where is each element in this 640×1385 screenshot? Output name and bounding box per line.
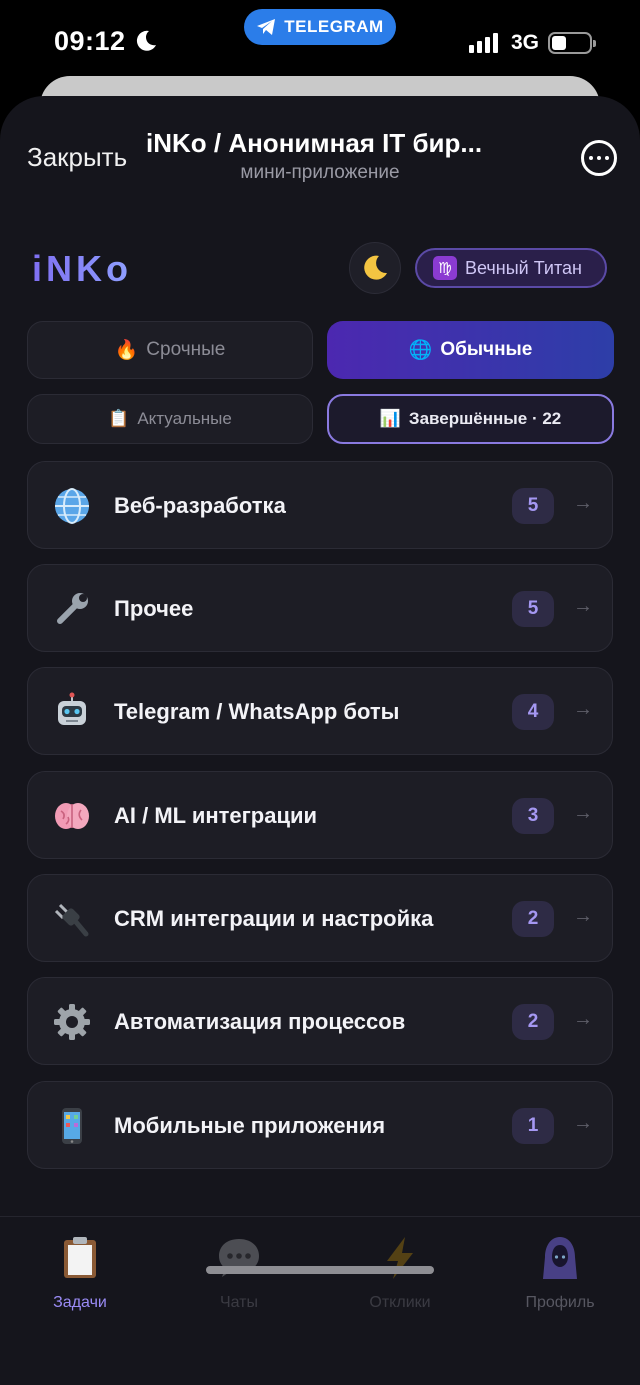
- category-name: Telegram / WhatsApp боты: [114, 699, 400, 724]
- bottom-navigation: Задачи Чаты Отклики Профиль: [0, 1216, 640, 1385]
- category-mobile-apps[interactable]: Мобильные приложения 1 →: [27, 1081, 613, 1169]
- lightning-icon: [387, 1237, 413, 1279]
- arrow-right-icon: →: [573, 698, 593, 720]
- rank-label: Вечный Титан: [465, 257, 582, 278]
- robot-icon: [58, 692, 86, 725]
- tab-label: Актуальные: [137, 409, 232, 428]
- do-not-disturb-moon-icon: [136, 30, 156, 51]
- page-subtitle: мини-приложение: [240, 162, 400, 183]
- category-name: Прочее: [114, 596, 194, 621]
- telegram-pill[interactable]: TELEGRAM: [244, 9, 396, 45]
- tab-label: Срочные: [146, 339, 226, 360]
- tab-urgent[interactable]: 🔥 Срочные: [27, 321, 313, 379]
- tab-label: Обычные: [440, 339, 533, 360]
- arrow-right-icon: →: [573, 595, 593, 617]
- bar-chart-icon: 📊: [379, 409, 401, 428]
- category-count: 1: [512, 1108, 554, 1144]
- nav-label: Чаты: [219, 1294, 259, 1311]
- category-name: Веб-разработка: [114, 493, 286, 518]
- tab-normal[interactable]: 🌐 Обычные: [327, 321, 614, 379]
- category-count: 2: [512, 1004, 554, 1040]
- status-time: 09:12: [54, 26, 126, 56]
- tab-actual[interactable]: 📋 Актуальные: [27, 394, 313, 444]
- virgo-icon: ♍: [433, 256, 457, 280]
- plug-icon: [54, 903, 89, 937]
- category-name: AI / ML интеграции: [114, 803, 318, 828]
- theme-toggle-button[interactable]: [349, 242, 401, 294]
- arrow-right-icon: →: [573, 1008, 593, 1030]
- fire-icon: 🔥: [114, 340, 139, 361]
- arrow-right-icon: →: [573, 905, 593, 927]
- category-automation[interactable]: Автоматизация процессов 2 →: [27, 977, 613, 1065]
- category-crm[interactable]: CRM интеграции и настройка 2 →: [27, 874, 613, 962]
- mini-app-sheet: Закрыть iNKo / Анонимная IT бир... мини-…: [0, 96, 640, 1385]
- category-name: Автоматизация процессов: [114, 1009, 406, 1034]
- rank-badge[interactable]: ♍ Вечный Титан: [415, 248, 607, 288]
- category-name: Мобильные приложения: [114, 1113, 386, 1138]
- tab-completed[interactable]: 📊 Завершённые · 22: [327, 394, 614, 444]
- clipboard-icon: 📋: [108, 409, 130, 428]
- gear-icon: [54, 1004, 90, 1040]
- nav-profile[interactable]: Профиль: [500, 1235, 620, 1312]
- arrow-right-icon: →: [573, 1112, 593, 1134]
- category-web-development[interactable]: Веб-разработка 5 →: [27, 461, 613, 549]
- app-logo: iNKo: [32, 248, 132, 289]
- nav-label: Профиль: [525, 1294, 595, 1311]
- speech-bubble-icon: [219, 1239, 259, 1277]
- nav-label: Отклики: [369, 1294, 431, 1311]
- clipboard-icon: [64, 1237, 96, 1278]
- more-button[interactable]: [581, 140, 617, 176]
- nav-label: Задачи: [53, 1294, 107, 1311]
- globe-icon: 🌐: [408, 340, 433, 361]
- hooded-figure-icon: [543, 1237, 577, 1279]
- ellipsis-icon: [589, 156, 593, 160]
- wrench-icon: [57, 593, 88, 624]
- telegram-label: TELEGRAM: [284, 17, 384, 36]
- tab-label: Завершённые · 22: [408, 409, 562, 428]
- crescent-moon-icon: [364, 255, 387, 280]
- category-count: 5: [512, 488, 554, 524]
- globe-icon: [55, 488, 89, 524]
- category-count: 5: [512, 591, 554, 627]
- network-type: 3G: [511, 31, 540, 54]
- battery-icon: [548, 32, 596, 54]
- category-name: CRM интеграции и настройка: [114, 906, 434, 931]
- category-count: 3: [512, 798, 554, 834]
- arrow-right-icon: →: [573, 802, 593, 824]
- nav-tasks[interactable]: Задачи: [20, 1235, 140, 1312]
- category-other[interactable]: Прочее 5 →: [27, 564, 613, 652]
- home-indicator: [206, 1266, 434, 1274]
- telegram-plane-icon: [257, 19, 276, 35]
- signal-icon: [469, 33, 498, 53]
- category-ai-ml[interactable]: AI / ML интеграции 3 →: [27, 771, 613, 859]
- category-bots[interactable]: Telegram / WhatsApp боты 4 →: [27, 667, 613, 755]
- page-title: iNKo / Анонимная IT бир...: [146, 128, 483, 158]
- brain-icon: [55, 803, 89, 829]
- status-bar: 09:12 TELEGRAM 3G: [0, 0, 640, 80]
- phone-icon: [62, 1108, 82, 1144]
- category-count: 4: [512, 694, 554, 730]
- category-count: 2: [512, 901, 554, 937]
- arrow-right-icon: →: [573, 492, 593, 514]
